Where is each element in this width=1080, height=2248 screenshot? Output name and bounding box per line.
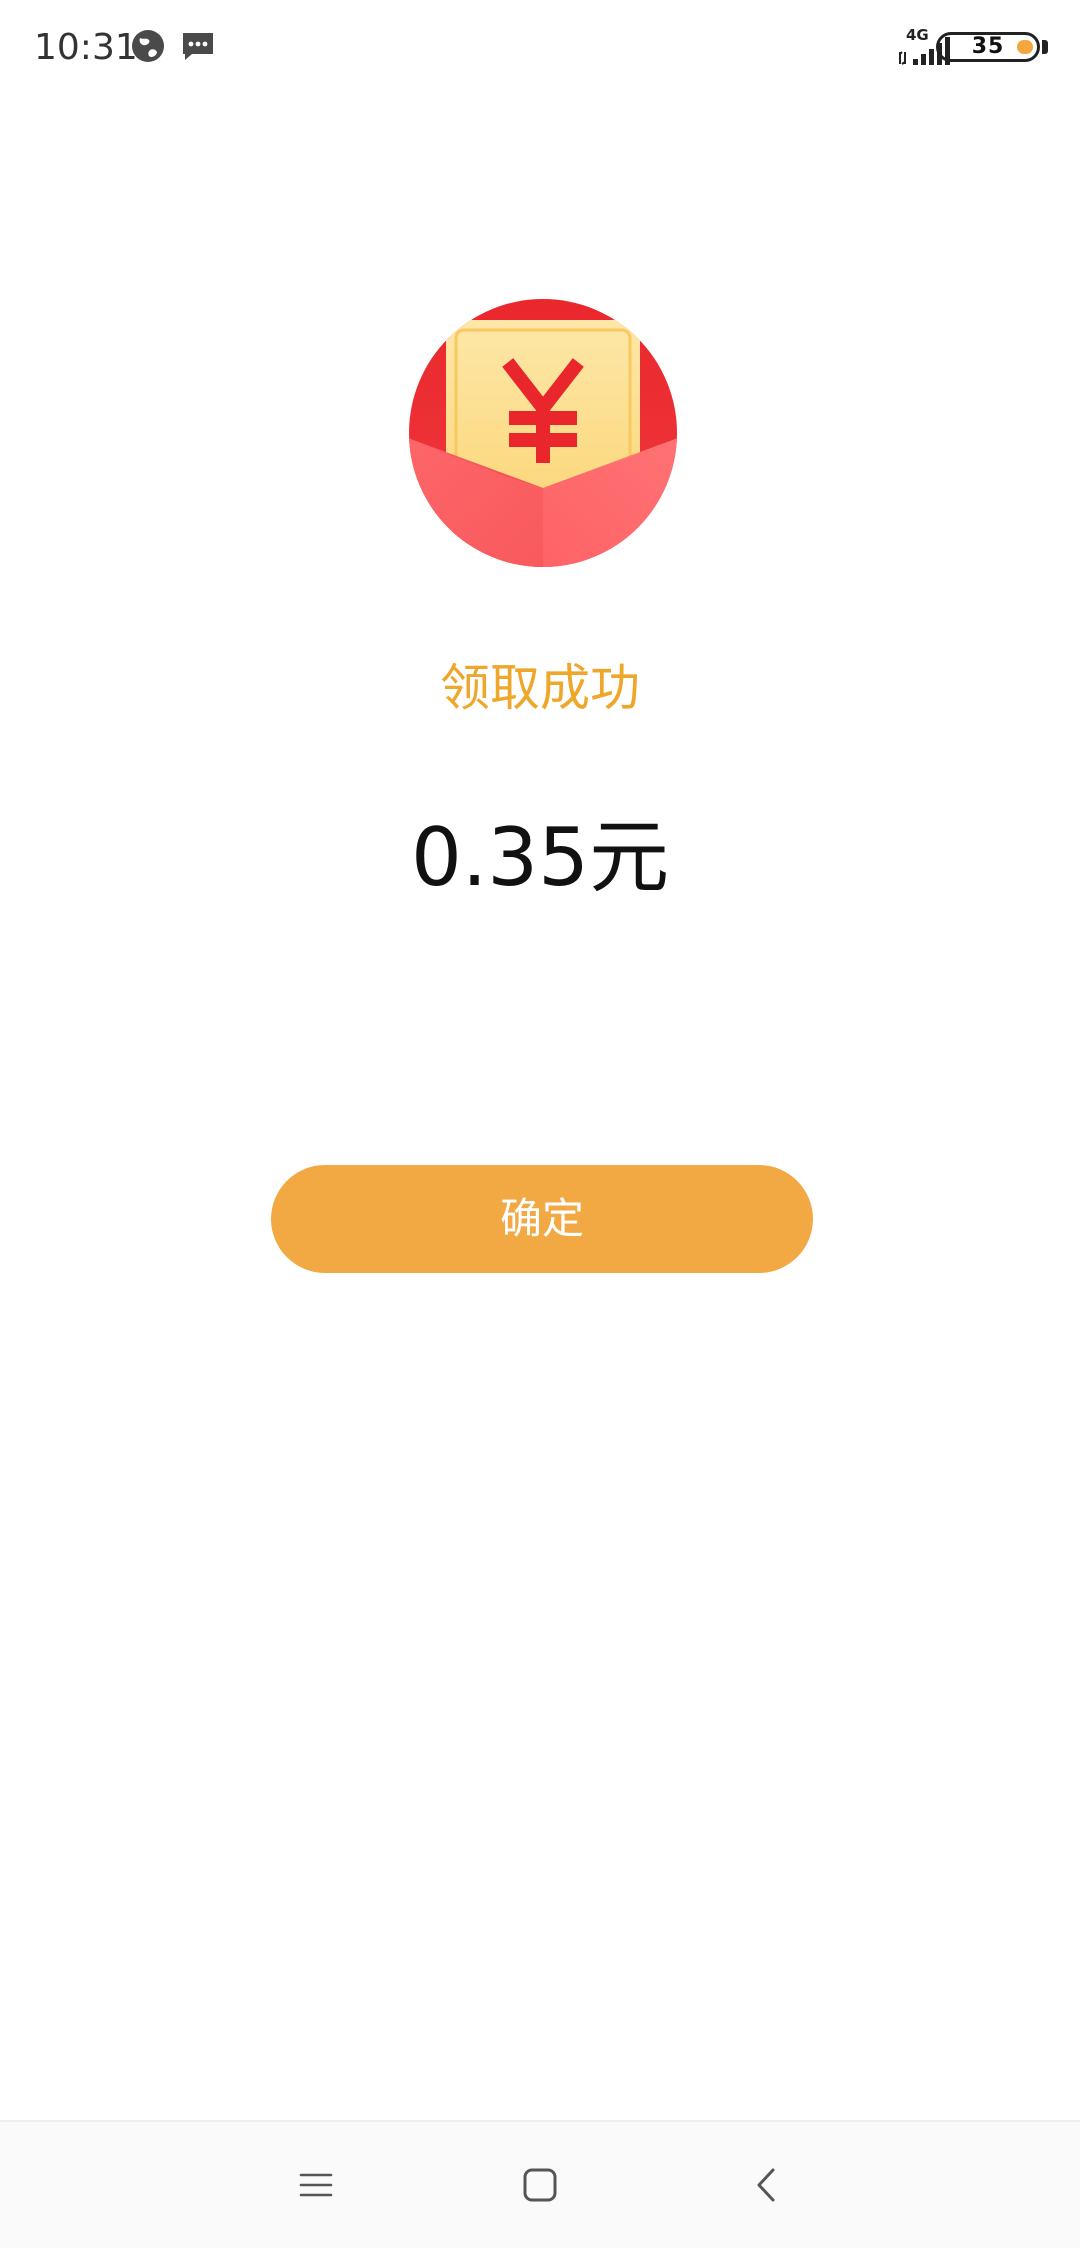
status-bar: 10:31 4G 35 (0, 0, 1080, 96)
menu-button[interactable] (276, 2152, 356, 2222)
navigation-bar (0, 2120, 1080, 2248)
network-type-label: 4G (906, 26, 929, 44)
battery-level: 35 (971, 34, 1005, 59)
back-icon (749, 2167, 785, 2207)
battery-icon: 35 (936, 32, 1040, 62)
battery-tip (1042, 40, 1048, 54)
home-button[interactable] (500, 2152, 580, 2222)
menu-icon (298, 2167, 334, 2207)
confirm-button[interactable]: 确定 (271, 1165, 813, 1273)
status-time: 10:31 (34, 27, 138, 68)
message-icon (180, 28, 216, 68)
red-envelope-yuan-icon (408, 298, 678, 568)
reward-amount: 0.35元 (410, 811, 670, 904)
home-icon (522, 2167, 558, 2207)
success-title: 领取成功 (440, 659, 640, 717)
globe-icon (130, 28, 166, 68)
back-button[interactable] (727, 2152, 807, 2222)
